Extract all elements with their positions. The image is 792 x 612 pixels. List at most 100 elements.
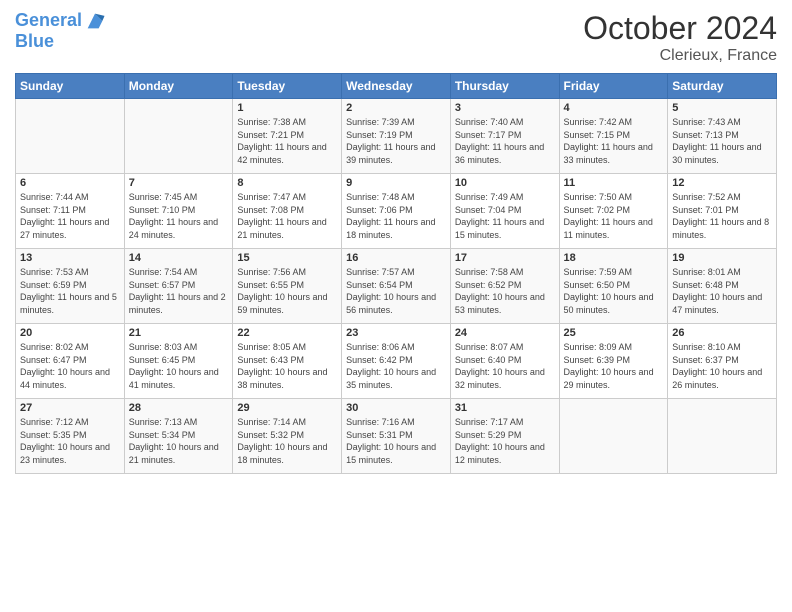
day-info: Sunrise: 7:50 AMSunset: 7:02 PMDaylight:… (564, 191, 664, 241)
day-info: Sunrise: 8:09 AMSunset: 6:39 PMDaylight:… (564, 341, 664, 391)
calendar-cell: 6 Sunrise: 7:44 AMSunset: 7:11 PMDayligh… (16, 174, 125, 249)
day-info: Sunrise: 7:40 AMSunset: 7:17 PMDaylight:… (455, 116, 555, 166)
day-info: Sunrise: 8:01 AMSunset: 6:48 PMDaylight:… (672, 266, 772, 316)
calendar-cell: 5 Sunrise: 7:43 AMSunset: 7:13 PMDayligh… (668, 99, 777, 174)
calendar-week-4: 27 Sunrise: 7:12 AMSunset: 5:35 PMDaylig… (16, 399, 777, 474)
day-number: 22 (237, 327, 337, 339)
calendar-cell: 21 Sunrise: 8:03 AMSunset: 6:45 PMDaylig… (124, 324, 233, 399)
calendar-cell (668, 399, 777, 474)
month-title: October 2024 (583, 10, 777, 47)
day-number: 10 (455, 177, 555, 189)
day-number: 7 (129, 177, 229, 189)
day-info: Sunrise: 7:49 AMSunset: 7:04 PMDaylight:… (455, 191, 555, 241)
day-info: Sunrise: 7:39 AMSunset: 7:19 PMDaylight:… (346, 116, 446, 166)
day-number: 11 (564, 177, 664, 189)
calendar-week-0: 1 Sunrise: 7:38 AMSunset: 7:21 PMDayligh… (16, 99, 777, 174)
day-info: Sunrise: 7:43 AMSunset: 7:13 PMDaylight:… (672, 116, 772, 166)
day-info: Sunrise: 7:42 AMSunset: 7:15 PMDaylight:… (564, 116, 664, 166)
day-number: 27 (20, 402, 120, 414)
calendar-cell: 27 Sunrise: 7:12 AMSunset: 5:35 PMDaylig… (16, 399, 125, 474)
page: General Blue October 2024 Clerieux, Fran… (0, 0, 792, 612)
calendar-cell: 22 Sunrise: 8:05 AMSunset: 6:43 PMDaylig… (233, 324, 342, 399)
day-info: Sunrise: 7:57 AMSunset: 6:54 PMDaylight:… (346, 266, 446, 316)
calendar-cell: 18 Sunrise: 7:59 AMSunset: 6:50 PMDaylig… (559, 249, 668, 324)
calendar-cell (124, 99, 233, 174)
day-info: Sunrise: 8:03 AMSunset: 6:45 PMDaylight:… (129, 341, 229, 391)
col-friday: Friday (559, 74, 668, 99)
header-row: Sunday Monday Tuesday Wednesday Thursday… (16, 74, 777, 99)
location-title: Clerieux, France (583, 47, 777, 65)
day-info: Sunrise: 8:06 AMSunset: 6:42 PMDaylight:… (346, 341, 446, 391)
col-thursday: Thursday (450, 74, 559, 99)
col-monday: Monday (124, 74, 233, 99)
calendar-cell: 16 Sunrise: 7:57 AMSunset: 6:54 PMDaylig… (342, 249, 451, 324)
day-info: Sunrise: 7:12 AMSunset: 5:35 PMDaylight:… (20, 416, 120, 466)
day-info: Sunrise: 7:16 AMSunset: 5:31 PMDaylight:… (346, 416, 446, 466)
calendar-cell: 26 Sunrise: 8:10 AMSunset: 6:37 PMDaylig… (668, 324, 777, 399)
calendar-cell: 13 Sunrise: 7:53 AMSunset: 6:59 PMDaylig… (16, 249, 125, 324)
logo-text-line1: General (15, 11, 82, 31)
col-wednesday: Wednesday (342, 74, 451, 99)
day-number: 1 (237, 102, 337, 114)
day-info: Sunrise: 7:52 AMSunset: 7:01 PMDaylight:… (672, 191, 772, 241)
calendar-cell: 24 Sunrise: 8:07 AMSunset: 6:40 PMDaylig… (450, 324, 559, 399)
day-number: 20 (20, 327, 120, 339)
calendar-cell: 25 Sunrise: 8:09 AMSunset: 6:39 PMDaylig… (559, 324, 668, 399)
day-number: 30 (346, 402, 446, 414)
day-number: 16 (346, 252, 446, 264)
calendar-table: Sunday Monday Tuesday Wednesday Thursday… (15, 73, 777, 474)
day-number: 18 (564, 252, 664, 264)
day-info: Sunrise: 7:38 AMSunset: 7:21 PMDaylight:… (237, 116, 337, 166)
calendar-week-2: 13 Sunrise: 7:53 AMSunset: 6:59 PMDaylig… (16, 249, 777, 324)
day-info: Sunrise: 7:48 AMSunset: 7:06 PMDaylight:… (346, 191, 446, 241)
calendar-cell: 30 Sunrise: 7:16 AMSunset: 5:31 PMDaylig… (342, 399, 451, 474)
day-info: Sunrise: 8:02 AMSunset: 6:47 PMDaylight:… (20, 341, 120, 391)
day-number: 9 (346, 177, 446, 189)
day-info: Sunrise: 7:44 AMSunset: 7:11 PMDaylight:… (20, 191, 120, 241)
day-number: 28 (129, 402, 229, 414)
calendar-cell: 17 Sunrise: 7:58 AMSunset: 6:52 PMDaylig… (450, 249, 559, 324)
day-number: 12 (672, 177, 772, 189)
day-info: Sunrise: 8:07 AMSunset: 6:40 PMDaylight:… (455, 341, 555, 391)
day-number: 21 (129, 327, 229, 339)
col-tuesday: Tuesday (233, 74, 342, 99)
day-number: 29 (237, 402, 337, 414)
day-info: Sunrise: 7:45 AMSunset: 7:10 PMDaylight:… (129, 191, 229, 241)
calendar-cell: 14 Sunrise: 7:54 AMSunset: 6:57 PMDaylig… (124, 249, 233, 324)
calendar-cell: 29 Sunrise: 7:14 AMSunset: 5:32 PMDaylig… (233, 399, 342, 474)
day-number: 31 (455, 402, 555, 414)
logo: General Blue (15, 10, 106, 52)
calendar-cell (16, 99, 125, 174)
calendar-cell: 1 Sunrise: 7:38 AMSunset: 7:21 PMDayligh… (233, 99, 342, 174)
day-number: 3 (455, 102, 555, 114)
day-number: 24 (455, 327, 555, 339)
day-info: Sunrise: 7:53 AMSunset: 6:59 PMDaylight:… (20, 266, 120, 316)
day-number: 25 (564, 327, 664, 339)
logo-icon (84, 10, 106, 32)
calendar-cell: 2 Sunrise: 7:39 AMSunset: 7:19 PMDayligh… (342, 99, 451, 174)
day-info: Sunrise: 7:56 AMSunset: 6:55 PMDaylight:… (237, 266, 337, 316)
day-number: 13 (20, 252, 120, 264)
calendar-cell: 4 Sunrise: 7:42 AMSunset: 7:15 PMDayligh… (559, 99, 668, 174)
calendar-cell: 15 Sunrise: 7:56 AMSunset: 6:55 PMDaylig… (233, 249, 342, 324)
day-info: Sunrise: 7:47 AMSunset: 7:08 PMDaylight:… (237, 191, 337, 241)
day-number: 26 (672, 327, 772, 339)
day-number: 23 (346, 327, 446, 339)
logo-text-line2: Blue (15, 31, 54, 51)
calendar-cell: 23 Sunrise: 8:06 AMSunset: 6:42 PMDaylig… (342, 324, 451, 399)
col-saturday: Saturday (668, 74, 777, 99)
day-info: Sunrise: 7:14 AMSunset: 5:32 PMDaylight:… (237, 416, 337, 466)
calendar-cell: 11 Sunrise: 7:50 AMSunset: 7:02 PMDaylig… (559, 174, 668, 249)
calendar-cell: 3 Sunrise: 7:40 AMSunset: 7:17 PMDayligh… (450, 99, 559, 174)
calendar-cell: 31 Sunrise: 7:17 AMSunset: 5:29 PMDaylig… (450, 399, 559, 474)
day-number: 8 (237, 177, 337, 189)
day-number: 6 (20, 177, 120, 189)
day-number: 4 (564, 102, 664, 114)
calendar-cell: 20 Sunrise: 8:02 AMSunset: 6:47 PMDaylig… (16, 324, 125, 399)
calendar-cell: 12 Sunrise: 7:52 AMSunset: 7:01 PMDaylig… (668, 174, 777, 249)
day-info: Sunrise: 7:13 AMSunset: 5:34 PMDaylight:… (129, 416, 229, 466)
day-info: Sunrise: 7:58 AMSunset: 6:52 PMDaylight:… (455, 266, 555, 316)
calendar-cell: 8 Sunrise: 7:47 AMSunset: 7:08 PMDayligh… (233, 174, 342, 249)
col-sunday: Sunday (16, 74, 125, 99)
day-number: 5 (672, 102, 772, 114)
